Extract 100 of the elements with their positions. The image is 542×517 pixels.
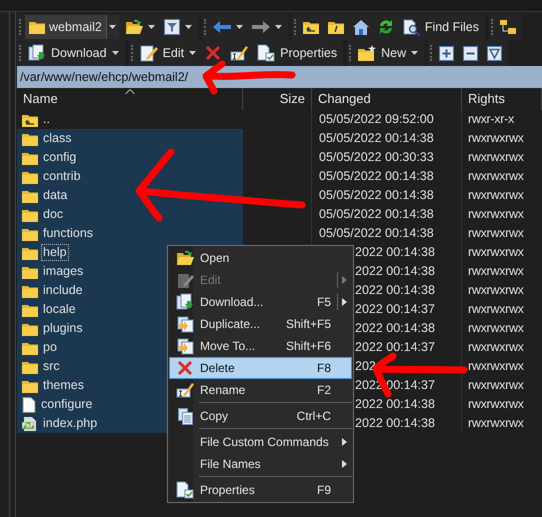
file-name[interactable]: plugins xyxy=(42,321,84,336)
shortcut-label: F9 xyxy=(316,482,332,499)
changed-date: 2022 00:14:38 xyxy=(355,244,435,262)
file-name[interactable]: index.php xyxy=(42,416,98,431)
folder-icon xyxy=(22,170,38,184)
changed-date: 05/05/2022 00:14:38 xyxy=(319,130,434,148)
file-name[interactable]: configure xyxy=(40,397,94,412)
file-name[interactable]: .. xyxy=(42,112,51,127)
php-file-icon xyxy=(22,416,38,432)
file-icon xyxy=(22,396,36,412)
permissions: rwxrwxrwx xyxy=(468,320,524,338)
copy-icon xyxy=(178,408,192,424)
column-header[interactable]: Size xyxy=(243,88,312,110)
dropdown-caret-icon xyxy=(274,25,282,29)
shortcut-label: Shift+F5 xyxy=(286,316,332,333)
file-name[interactable]: config xyxy=(42,150,78,165)
move-icon xyxy=(176,338,194,354)
select-icon xyxy=(487,46,502,60)
path-text: /var/www/new/ehcp/webmail2/ xyxy=(20,68,188,86)
file-name[interactable]: functions xyxy=(42,226,94,241)
menu-item[interactable]: Rename F2 xyxy=(169,379,352,401)
dropdown-caret-icon xyxy=(411,51,418,55)
file-name[interactable]: include xyxy=(42,283,84,298)
folder-icon xyxy=(22,302,38,316)
folder-icon xyxy=(22,378,38,392)
menu-item[interactable]: Download... F5 xyxy=(169,291,352,313)
submenu-arrow-icon xyxy=(342,276,347,284)
root-folder-icon xyxy=(328,20,344,34)
file-name[interactable]: class xyxy=(42,131,72,146)
changed-date: 2022 00:14:38 xyxy=(355,263,435,280)
dropdown-caret-icon xyxy=(109,25,116,29)
permissions: rwxrwxrwx xyxy=(468,244,524,262)
permissions: rwxrwxrwx xyxy=(468,358,524,376)
menu-item[interactable]: Copy Ctrl+C xyxy=(169,405,352,427)
submenu-arrow-icon xyxy=(342,460,347,468)
file-name[interactable]: contrib xyxy=(42,169,82,184)
dropdown-caret-icon xyxy=(236,25,243,29)
open-folder-icon xyxy=(124,19,143,35)
file-name[interactable]: locale xyxy=(42,302,77,317)
column-header[interactable]: Changed xyxy=(312,88,462,110)
folder-icon xyxy=(22,284,38,298)
filter-icon xyxy=(164,19,180,35)
rename-icon xyxy=(230,44,248,62)
permissions: rwxrwxrwx xyxy=(468,377,524,394)
refresh-icon xyxy=(378,19,394,35)
permissions: rwxrwxrwx xyxy=(468,396,524,414)
delete-icon xyxy=(177,360,193,376)
menu-item[interactable]: Delete F8 xyxy=(169,357,352,379)
folder-icon xyxy=(22,132,38,146)
dropdown-caret-icon xyxy=(112,51,119,55)
changed-date: 2022 00:14:38 xyxy=(355,320,435,338)
menu-item[interactable]: Properties F9 xyxy=(169,479,352,501)
menu-item[interactable]: Open xyxy=(169,247,352,269)
changed-date: 05/05/2022 00:14:38 xyxy=(319,206,434,224)
parent-folder-icon xyxy=(22,112,38,126)
permissions: rwxrwxrwx xyxy=(468,301,524,318)
permissions: rwxrwxrwx xyxy=(468,130,524,148)
permissions: rwxrwxrwx xyxy=(468,225,524,242)
plus-icon xyxy=(439,46,454,60)
menu-item[interactable]: Duplicate... Shift+F5 xyxy=(169,313,352,335)
folder-icon xyxy=(22,246,38,260)
file-name[interactable]: help xyxy=(42,245,68,260)
dropdown-caret-icon xyxy=(184,25,192,29)
changed-date: 2022 00:14:38 xyxy=(355,282,435,300)
file-name[interactable]: data xyxy=(42,188,68,203)
back-arrow-icon xyxy=(212,21,231,33)
edit-button[interactable]: Edit xyxy=(136,41,200,65)
folder-icon xyxy=(22,150,38,164)
shortcut-label: F5 xyxy=(316,294,332,311)
folder-icon xyxy=(22,226,38,240)
column-header[interactable]: Name xyxy=(17,88,243,110)
menu-item[interactable]: Move To... Shift+F6 xyxy=(169,335,352,357)
changed-date: 2022 00:14:38 xyxy=(355,415,435,432)
folder-icon xyxy=(22,322,38,336)
menu-item[interactable]: File Names xyxy=(169,453,352,475)
changed-date: 05/05/2022 09:52:00 xyxy=(319,111,434,128)
file-name[interactable]: src xyxy=(42,359,61,374)
permissions: rwxrwxrwx xyxy=(468,415,524,432)
changed-date: 05/05/2022 00:14:38 xyxy=(319,168,434,186)
changed-date: 05/05/2022 00:30:33 xyxy=(319,149,434,166)
column-header[interactable]: Rights xyxy=(462,88,542,110)
file-name[interactable]: images xyxy=(42,264,84,279)
properties-button[interactable]: Properties xyxy=(254,41,340,65)
shortcut-label: Shift+F6 xyxy=(286,338,332,355)
properties-icon xyxy=(176,481,194,499)
home-icon xyxy=(352,19,369,35)
duplicate-icon xyxy=(176,316,194,332)
menu-item[interactable]: File Custom Commands xyxy=(169,431,352,453)
file-name[interactable]: themes xyxy=(42,378,85,393)
permissions: rwxrwxrwx xyxy=(468,263,524,280)
dropdown-caret-icon xyxy=(148,25,155,29)
file-name[interactable]: po xyxy=(42,340,58,355)
file-name[interactable]: doc xyxy=(42,207,64,222)
shortcut-label: F2 xyxy=(316,382,332,399)
drive-selector[interactable]: webmail2 xyxy=(25,15,119,39)
delete-icon xyxy=(205,45,222,61)
edit-icon xyxy=(176,272,194,288)
tree-icon xyxy=(500,19,516,35)
permissions: rwxr-xr-x xyxy=(468,111,514,128)
find-files-icon xyxy=(402,18,420,36)
